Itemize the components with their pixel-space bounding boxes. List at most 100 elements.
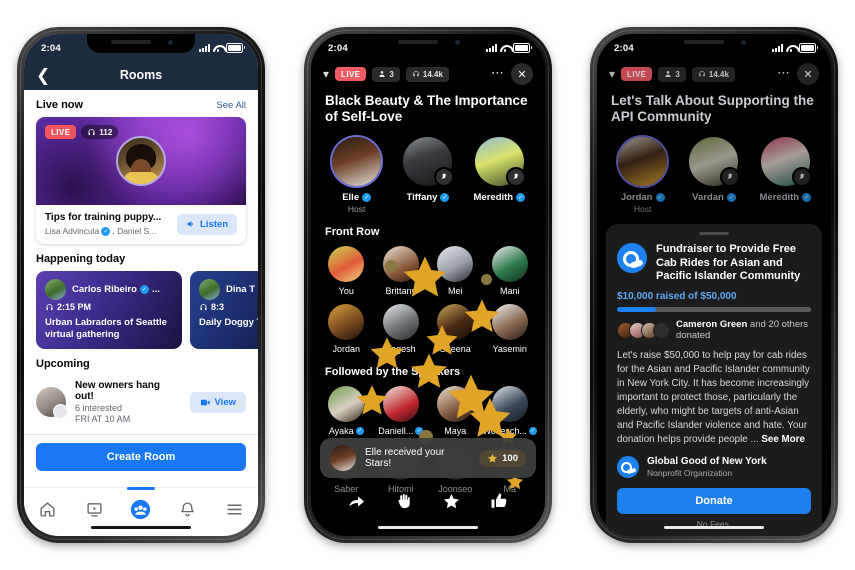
- listener-count: 112: [99, 127, 113, 137]
- happening-today-carousel[interactable]: Carlos Ribeiro ✓ ... 2:15 PM Urban Labra…: [24, 271, 258, 350]
- participant[interactable]: Maya: [429, 385, 481, 436]
- live-card-artwork: LIVE 112: [36, 117, 246, 205]
- upcoming-event-row[interactable]: New owners hang out! 6 interested FRI AT…: [24, 376, 258, 434]
- mic-off-icon: [441, 173, 448, 180]
- happening-card[interactable]: Carlos Ribeiro ✓ ... 2:15 PM Urban Labra…: [36, 271, 182, 350]
- live-card-subtitle: Lisa Advincula ✓ , Daniel S...: [45, 226, 171, 236]
- close-x-icon[interactable]: ✕: [797, 63, 819, 85]
- raise-hand-icon[interactable]: [391, 490, 417, 512]
- speaker-card[interactable]: Meredith ✓: [754, 136, 816, 214]
- participant-name: Maya: [444, 425, 467, 436]
- avatar: [328, 303, 365, 340]
- divider: [24, 434, 258, 436]
- see-more-link[interactable]: See More: [761, 434, 805, 445]
- thumbs-up-icon[interactable]: [486, 490, 512, 512]
- speaker-card[interactable]: Elle ✓ Host: [326, 136, 388, 214]
- participant[interactable]: Mani: [484, 245, 536, 296]
- participant[interactable]: Wolfesch... ✓: [483, 385, 537, 436]
- donor-name: Cameron Green: [676, 319, 748, 331]
- avatar: [437, 385, 474, 422]
- phone-1-screen: 2:04 ❮ Rooms Live now See All LIVE 112 T…: [24, 34, 258, 536]
- event-avatar: [36, 387, 68, 420]
- tab-notifications[interactable]: [170, 496, 206, 522]
- listener-count-badge: 14.4k: [691, 66, 735, 82]
- speaker-avatar: [332, 136, 382, 186]
- event-name: New owners hang out!: [75, 380, 161, 403]
- participant[interactable]: Sheena: [429, 303, 481, 354]
- participant[interactable]: You: [320, 245, 372, 296]
- happening-card-header: Carlos Ribeiro ✓ ...: [45, 279, 173, 300]
- speaker-name: Tiffany ✓: [406, 191, 450, 203]
- avatar: [45, 279, 66, 300]
- drag-handle[interactable]: [699, 231, 729, 235]
- chevron-down-icon[interactable]: ▾: [609, 68, 615, 80]
- happening-card[interactable]: Dina T 8:3 Daily Doggy T: [190, 271, 258, 350]
- create-room-button[interactable]: Create Room: [36, 443, 246, 472]
- happening-card-header: Dina T: [199, 279, 258, 300]
- donors-row[interactable]: Cameron Green and 20 others donated: [617, 319, 811, 341]
- front-camera: [168, 40, 173, 45]
- speaker-card[interactable]: Jordan ✓ Host: [612, 136, 674, 214]
- listener-count: 14.4k: [422, 69, 443, 79]
- mic-off-icon: [799, 173, 805, 180]
- muted-mic-icon: [434, 166, 455, 187]
- phone-2-live-audio-room: 2:04 ▾ LIVE 3 14.4k ⋯ ✕ Black Beauty & T…: [304, 27, 552, 543]
- ellipsis-icon[interactable]: ⋯: [491, 66, 505, 83]
- participant[interactable]: Yasemin: [484, 303, 536, 354]
- tab-home[interactable]: [29, 496, 65, 522]
- status-indicators: [486, 43, 532, 53]
- avatar: [382, 385, 419, 422]
- participant[interactable]: Ayaka ✓: [320, 385, 372, 436]
- live-now-title: Live now: [36, 99, 84, 111]
- live-badge: LIVE: [621, 67, 653, 81]
- close-x-icon[interactable]: ✕: [511, 63, 533, 85]
- speaker-card[interactable]: Tiffany ✓: [397, 136, 459, 214]
- fundraiser-header: Fundraiser to Provide Free Cab Rides for…: [617, 242, 811, 284]
- verified-badge-icon: ✓: [355, 426, 364, 435]
- phone-1-rooms-list: 2:04 ❮ Rooms Live now See All LIVE 112 T…: [17, 27, 265, 543]
- see-all-link[interactable]: See All: [216, 100, 246, 111]
- share-arrow-icon[interactable]: [344, 490, 370, 512]
- speakers-row: Jordan ✓ Host Vardan ✓ Meredith ✓: [597, 126, 831, 214]
- listen-button[interactable]: Listen: [177, 213, 237, 235]
- followed-by-speakers-title: Followed by the Speakers: [325, 365, 461, 378]
- speaker-card[interactable]: Meredith ✓: [468, 136, 530, 214]
- time-label: 8:3: [211, 302, 225, 312]
- speaker-card[interactable]: Vardan ✓: [683, 136, 745, 214]
- headphones-icon: [200, 303, 207, 310]
- screenshot-stage: 2:04 ❮ Rooms Live now See All LIVE 112 T…: [0, 0, 855, 570]
- status-clock: 2:04: [614, 42, 634, 54]
- event-text: New owners hang out! 6 interested FRI AT…: [75, 380, 181, 424]
- listener-count-badge: 112: [81, 125, 119, 139]
- avatar: [437, 303, 474, 340]
- listen-label: Listen: [200, 218, 228, 230]
- live-room-card[interactable]: LIVE 112 Tips for training puppy... Lisa…: [36, 117, 246, 244]
- tab-groups[interactable]: [123, 487, 159, 522]
- organization-row[interactable]: Global Good of New York Nonprofit Organi…: [617, 455, 811, 478]
- live-card-badges: LIVE 112: [45, 125, 119, 139]
- tab-watch[interactable]: [76, 496, 112, 522]
- chevron-down-icon[interactable]: ▾: [323, 68, 329, 80]
- room-top-bar: ▾ LIVE 3 14.4k ⋯ ✕: [597, 60, 831, 85]
- speaker-name-1: Lisa Advincula: [45, 226, 100, 236]
- participant-name: Sheena: [439, 343, 471, 354]
- participant[interactable]: Mei: [429, 245, 481, 296]
- send-star-icon[interactable]: [439, 490, 465, 512]
- avatar: [382, 303, 419, 340]
- participant[interactable]: Daniell... ✓: [375, 385, 427, 436]
- muted-mic-icon: [791, 166, 812, 187]
- participant[interactable]: Yogesh: [375, 303, 427, 354]
- listener-count-badge: 14.4k: [405, 66, 449, 82]
- donate-button[interactable]: Donate: [617, 487, 811, 514]
- ellipsis-icon[interactable]: ⋯: [777, 66, 791, 83]
- tab-menu[interactable]: [217, 496, 253, 522]
- headphones-icon: [699, 71, 705, 77]
- muted-mic-icon: [505, 166, 526, 187]
- participant-count: 3: [675, 69, 680, 79]
- participant[interactable]: Brittany: [375, 245, 427, 296]
- mic-off-icon: [513, 173, 519, 180]
- participant[interactable]: Jordan: [320, 303, 372, 354]
- view-button[interactable]: View: [189, 391, 246, 413]
- raised-amount: $10,000 raised of $50,000: [617, 291, 737, 303]
- charity-globe-icon: [617, 242, 647, 273]
